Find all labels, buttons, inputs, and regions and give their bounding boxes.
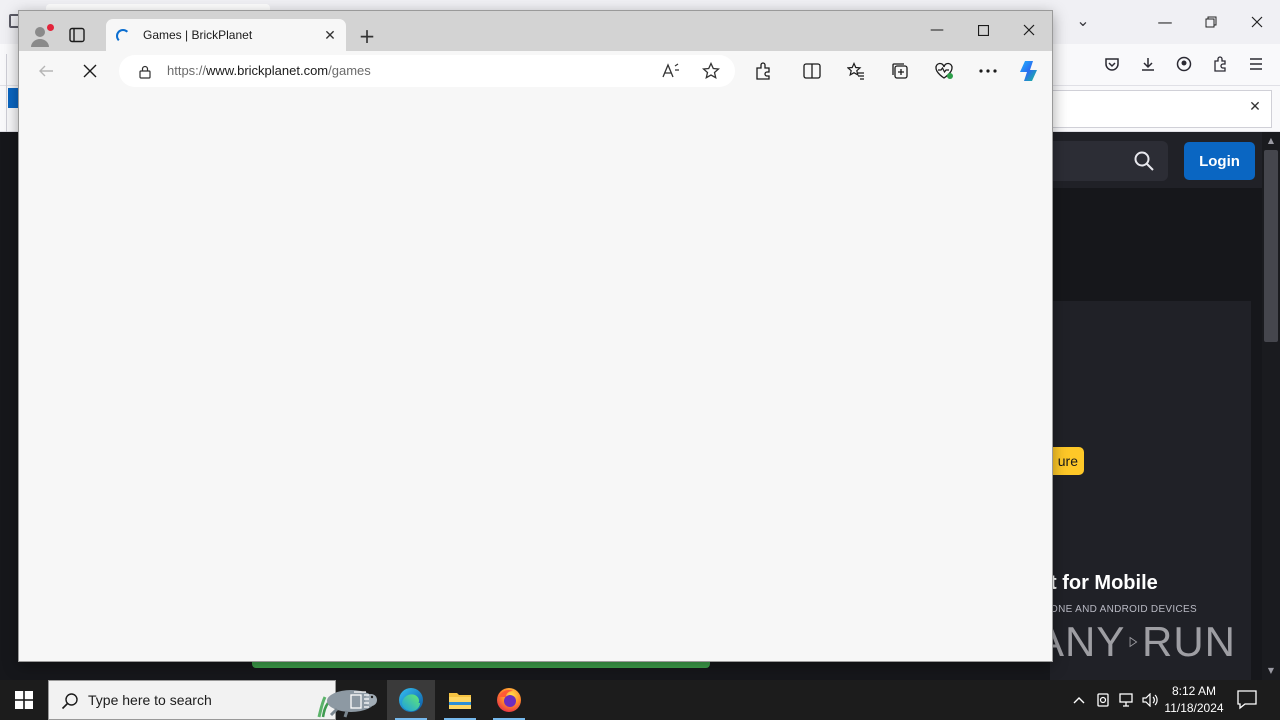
taskbar-firefox-app[interactable] — [485, 680, 533, 720]
tab-games-brickplanet[interactable]: Games | BrickPlanet ✕ — [106, 19, 346, 55]
site-search-icon[interactable] — [1133, 150, 1155, 172]
edge-browser-window: Games | BrickPlanet ✕ + — https://www.br… — [18, 10, 1053, 662]
minimize-icon[interactable]: — — [1142, 8, 1188, 36]
read-aloud-icon[interactable] — [659, 59, 683, 83]
lock-icon[interactable] — [138, 64, 152, 79]
notification-panel — [1050, 90, 1272, 128]
scrollbar-thumb[interactable] — [1264, 150, 1278, 342]
edge-title-bar: Games | BrickPlanet ✕ + — — [19, 11, 1052, 55]
loading-spinner-icon — [116, 29, 130, 43]
firefox-logo-icon — [497, 688, 521, 712]
url-scheme: https:// — [167, 63, 207, 78]
clock-date: 11/18/2024 — [1164, 701, 1224, 715]
downloads-icon[interactable] — [1137, 53, 1159, 75]
split-screen-icon[interactable] — [800, 59, 824, 83]
pocket-icon[interactable] — [1101, 53, 1123, 75]
windows-logo-icon — [15, 691, 33, 709]
extensions-icon[interactable] — [751, 59, 775, 83]
taskbar-edge-app[interactable] — [387, 680, 435, 720]
taskbar-clock[interactable]: 8:12 AM 11/18/2024 — [1158, 683, 1230, 717]
start-button[interactable] — [0, 680, 48, 720]
background-left-accent — [8, 88, 18, 108]
task-view-button[interactable] — [336, 680, 384, 720]
restore-icon[interactable] — [1188, 8, 1234, 36]
maximize-icon[interactable] — [961, 15, 1005, 45]
edge-logo-icon — [399, 688, 423, 712]
profile-alert-dot — [47, 24, 54, 31]
close-icon[interactable] — [1007, 15, 1051, 45]
promo-badge[interactable]: ure — [1050, 447, 1084, 475]
list-all-tabs-icon[interactable]: ⌄ — [1072, 10, 1094, 32]
minimize-icon[interactable]: — — [915, 15, 959, 45]
security-tray-icon[interactable] — [1094, 690, 1112, 710]
notification-close-icon[interactable]: ✕ — [1246, 96, 1264, 118]
show-hidden-icons-icon[interactable] — [1070, 690, 1088, 710]
account-icon[interactable] — [1173, 53, 1195, 75]
close-icon[interactable] — [1234, 8, 1280, 36]
stop-loading-icon[interactable] — [78, 59, 102, 83]
windows-taskbar: Type here to search 8:12 AM 11/18/2024 — [0, 680, 1280, 720]
search-placeholder: Type here to search — [88, 692, 212, 708]
extensions-icon[interactable] — [1209, 53, 1231, 75]
url-host: www.brickplanet.com — [206, 63, 329, 78]
mobile-promo-title: t for Mobile — [1050, 572, 1158, 594]
browser-essentials-icon[interactable] — [932, 59, 956, 83]
address-bar[interactable]: https://www.brickplanet.com/games — [119, 55, 735, 87]
tab-title: Games | BrickPlanet — [143, 28, 253, 42]
folder-icon — [449, 693, 471, 709]
url-path: /games — [328, 63, 371, 78]
watermark-right: RUN — [1142, 618, 1236, 665]
play-logo-icon — [1129, 636, 1138, 648]
scroll-up-icon[interactable]: ▲ — [1262, 134, 1280, 148]
taskbar-search-input[interactable]: Type here to search — [48, 680, 377, 720]
new-tab-icon[interactable]: + — [355, 25, 379, 47]
favorite-star-icon[interactable] — [699, 59, 723, 83]
search-icon — [61, 692, 79, 710]
action-center-icon[interactable] — [1236, 688, 1260, 712]
tab-actions-icon[interactable] — [69, 27, 89, 45]
network-icon[interactable] — [1118, 690, 1136, 710]
clock-time: 8:12 AM — [1171, 684, 1217, 698]
back-arrow-icon[interactable] — [34, 59, 58, 83]
anyrun-watermark: ANY RUN — [1036, 610, 1236, 674]
taskbar-file-explorer-app[interactable] — [436, 680, 484, 720]
menu-icon[interactable] — [1245, 53, 1267, 75]
page-content-loading — [21, 91, 1050, 659]
tab-close-icon[interactable]: ✕ — [321, 27, 339, 45]
favorites-icon[interactable] — [844, 59, 868, 83]
login-button[interactable]: Login — [1184, 142, 1255, 180]
url-text[interactable]: https://www.brickplanet.com/games — [167, 63, 371, 78]
task-view-icon — [350, 691, 369, 709]
collections-icon[interactable] — [888, 59, 912, 83]
edge-toolbar: https://www.brickplanet.com/games — [19, 51, 1052, 91]
more-options-icon[interactable] — [976, 59, 1000, 83]
copilot-icon[interactable] — [1018, 59, 1042, 83]
scroll-down-icon[interactable]: ▼ — [1262, 664, 1280, 678]
